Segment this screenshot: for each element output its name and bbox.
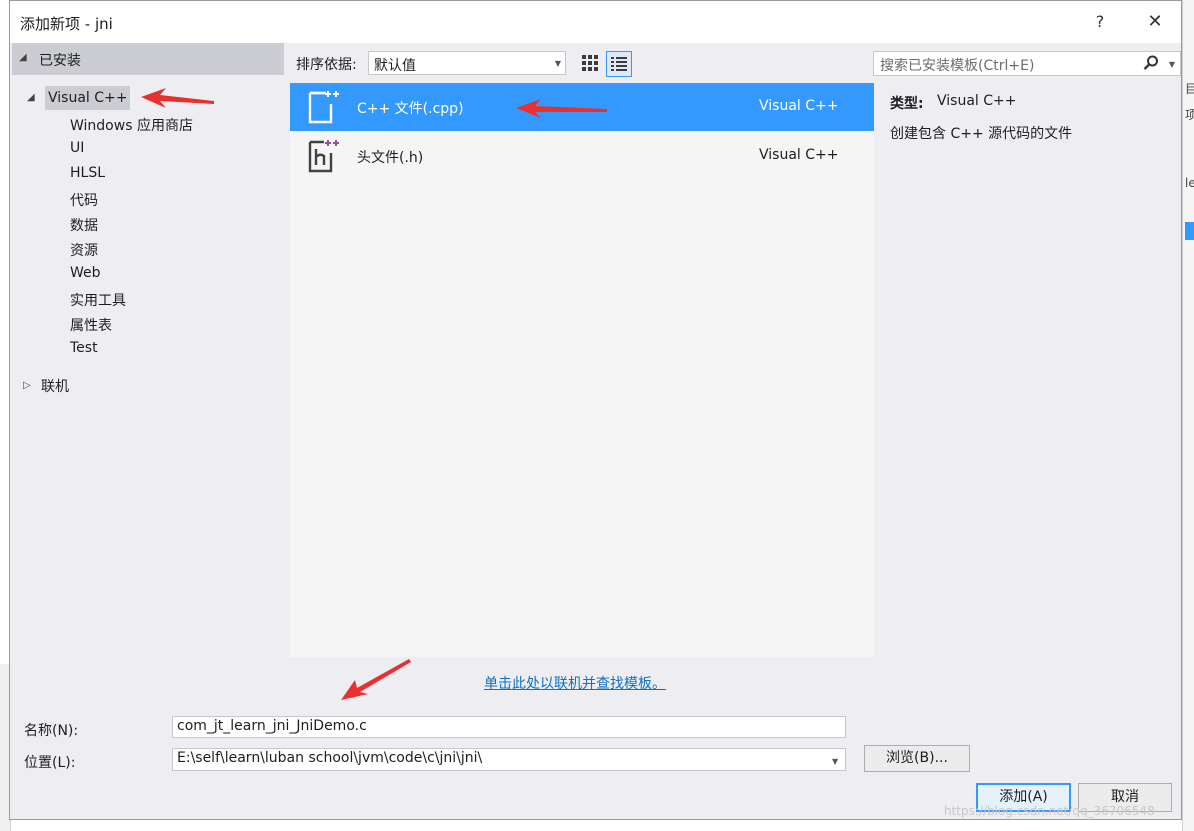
collapsed-triangle-icon[interactable]: ▷ (23, 380, 31, 391)
location-combobox[interactable]: E:\self\learn\luban school\jvm\code\c\jn… (172, 748, 846, 771)
template-name: C++ 文件(.cpp) (357, 101, 464, 117)
template-details: 类型: Visual C++ 创建包含 C++ 源代码的文件 (880, 83, 1170, 283)
browse-button[interactable]: 浏览(B)... (864, 745, 970, 772)
expanded-triangle-icon: ◢ (19, 52, 27, 63)
installed-header[interactable]: ◢ 已安装 (12, 43, 284, 75)
grid-view-icon (582, 55, 598, 71)
tree-node-online[interactable]: 联机 (41, 376, 69, 396)
sort-by-label: 排序依据: (296, 57, 357, 73)
details-type-label: 类型: (890, 96, 924, 112)
name-label: 名称(N): (24, 723, 79, 739)
location-label: 位置(L): (24, 755, 76, 771)
template-type: Visual C++ (759, 147, 839, 163)
tree-node-windows-store[interactable]: Windows 应用商店 (70, 115, 193, 135)
tree-node-data[interactable]: 数据 (70, 215, 98, 235)
bg-fragment (1185, 222, 1194, 240)
tree-node-resources[interactable]: 资源 (70, 240, 98, 260)
cpp-file-icon (308, 91, 339, 124)
search-placeholder: 搜索已安装模板(Ctrl+E) (880, 58, 1035, 74)
item-form: 名称(N): com_jt_learn_jni_JniDemo.c 位置(L):… (10, 709, 1181, 819)
search-templates-input[interactable]: 搜索已安装模板(Ctrl+E) ▼ (873, 51, 1181, 76)
list-view-button[interactable] (606, 51, 632, 77)
tree-node-visual-cpp[interactable]: Visual C++ (45, 86, 131, 110)
bg-fragment: le (1185, 176, 1194, 190)
dropdown-arrow-icon: ▼ (554, 59, 561, 68)
bg-fragment: 目 (1185, 82, 1194, 96)
tree-node-test[interactable]: Test (70, 340, 98, 356)
tree-node-utilities[interactable]: 实用工具 (70, 290, 126, 310)
installed-label: 已安装 (39, 53, 81, 69)
expanded-triangle-icon[interactable]: ◢ (27, 92, 35, 103)
template-row-cpp[interactable]: C++ 文件(.cpp) Visual C++ (290, 83, 874, 131)
bg-fragment: 项 (1185, 108, 1194, 122)
tree-node-ui[interactable]: UI (70, 140, 84, 156)
header-file-icon (308, 140, 339, 173)
find-templates-online-link[interactable]: 单击此处以联机并查找模板。 (484, 673, 666, 693)
template-name: 头文件(.h) (357, 150, 424, 166)
list-view-icon (611, 57, 627, 71)
help-button[interactable]: ? (1088, 9, 1112, 35)
sort-by-dropdown[interactable]: 默认值 ▼ (368, 51, 566, 75)
sort-by-value: 默认值 (374, 58, 416, 74)
close-button[interactable]: ✕ (1140, 9, 1170, 35)
tree-node-hlsl[interactable]: HLSL (70, 165, 105, 181)
search-icon[interactable] (1142, 54, 1160, 72)
template-type: Visual C++ (759, 98, 839, 114)
title-bar: 添加新项 - jni ? ✕ (10, 1, 1181, 43)
details-type-value: Visual C++ (937, 93, 1017, 109)
template-list: C++ 文件(.cpp) Visual C++ 头文件(.h) Visual C… (290, 83, 874, 657)
tree-node-code[interactable]: 代码 (70, 190, 98, 210)
background-window-strip: 目 项 le (1182, 0, 1194, 831)
category-tree: ◢ 已安装 ◢ Visual C++ Windows 应用商店 UI HLSL … (12, 43, 284, 657)
dropdown-arrow-icon[interactable]: ▼ (832, 757, 838, 766)
tree-node-property-sheets[interactable]: 属性表 (70, 315, 112, 335)
details-description: 创建包含 C++ 源代码的文件 (890, 126, 1073, 142)
name-input[interactable]: com_jt_learn_jni_JniDemo.c (172, 716, 846, 738)
dialog-title: 添加新项 - jni (20, 15, 113, 33)
watermark: https://blog.csdn.net/qq_36706548 (944, 804, 1155, 818)
grid-view-button[interactable] (578, 51, 602, 75)
tree-node-web[interactable]: Web (70, 265, 101, 281)
template-row-header[interactable]: 头文件(.h) Visual C++ (290, 132, 874, 180)
add-new-item-dialog: 添加新项 - jni ? ✕ ◢ 已安装 ◢ Visual C++ Window… (9, 0, 1182, 820)
search-options-arrow-icon[interactable]: ▼ (1169, 60, 1175, 69)
